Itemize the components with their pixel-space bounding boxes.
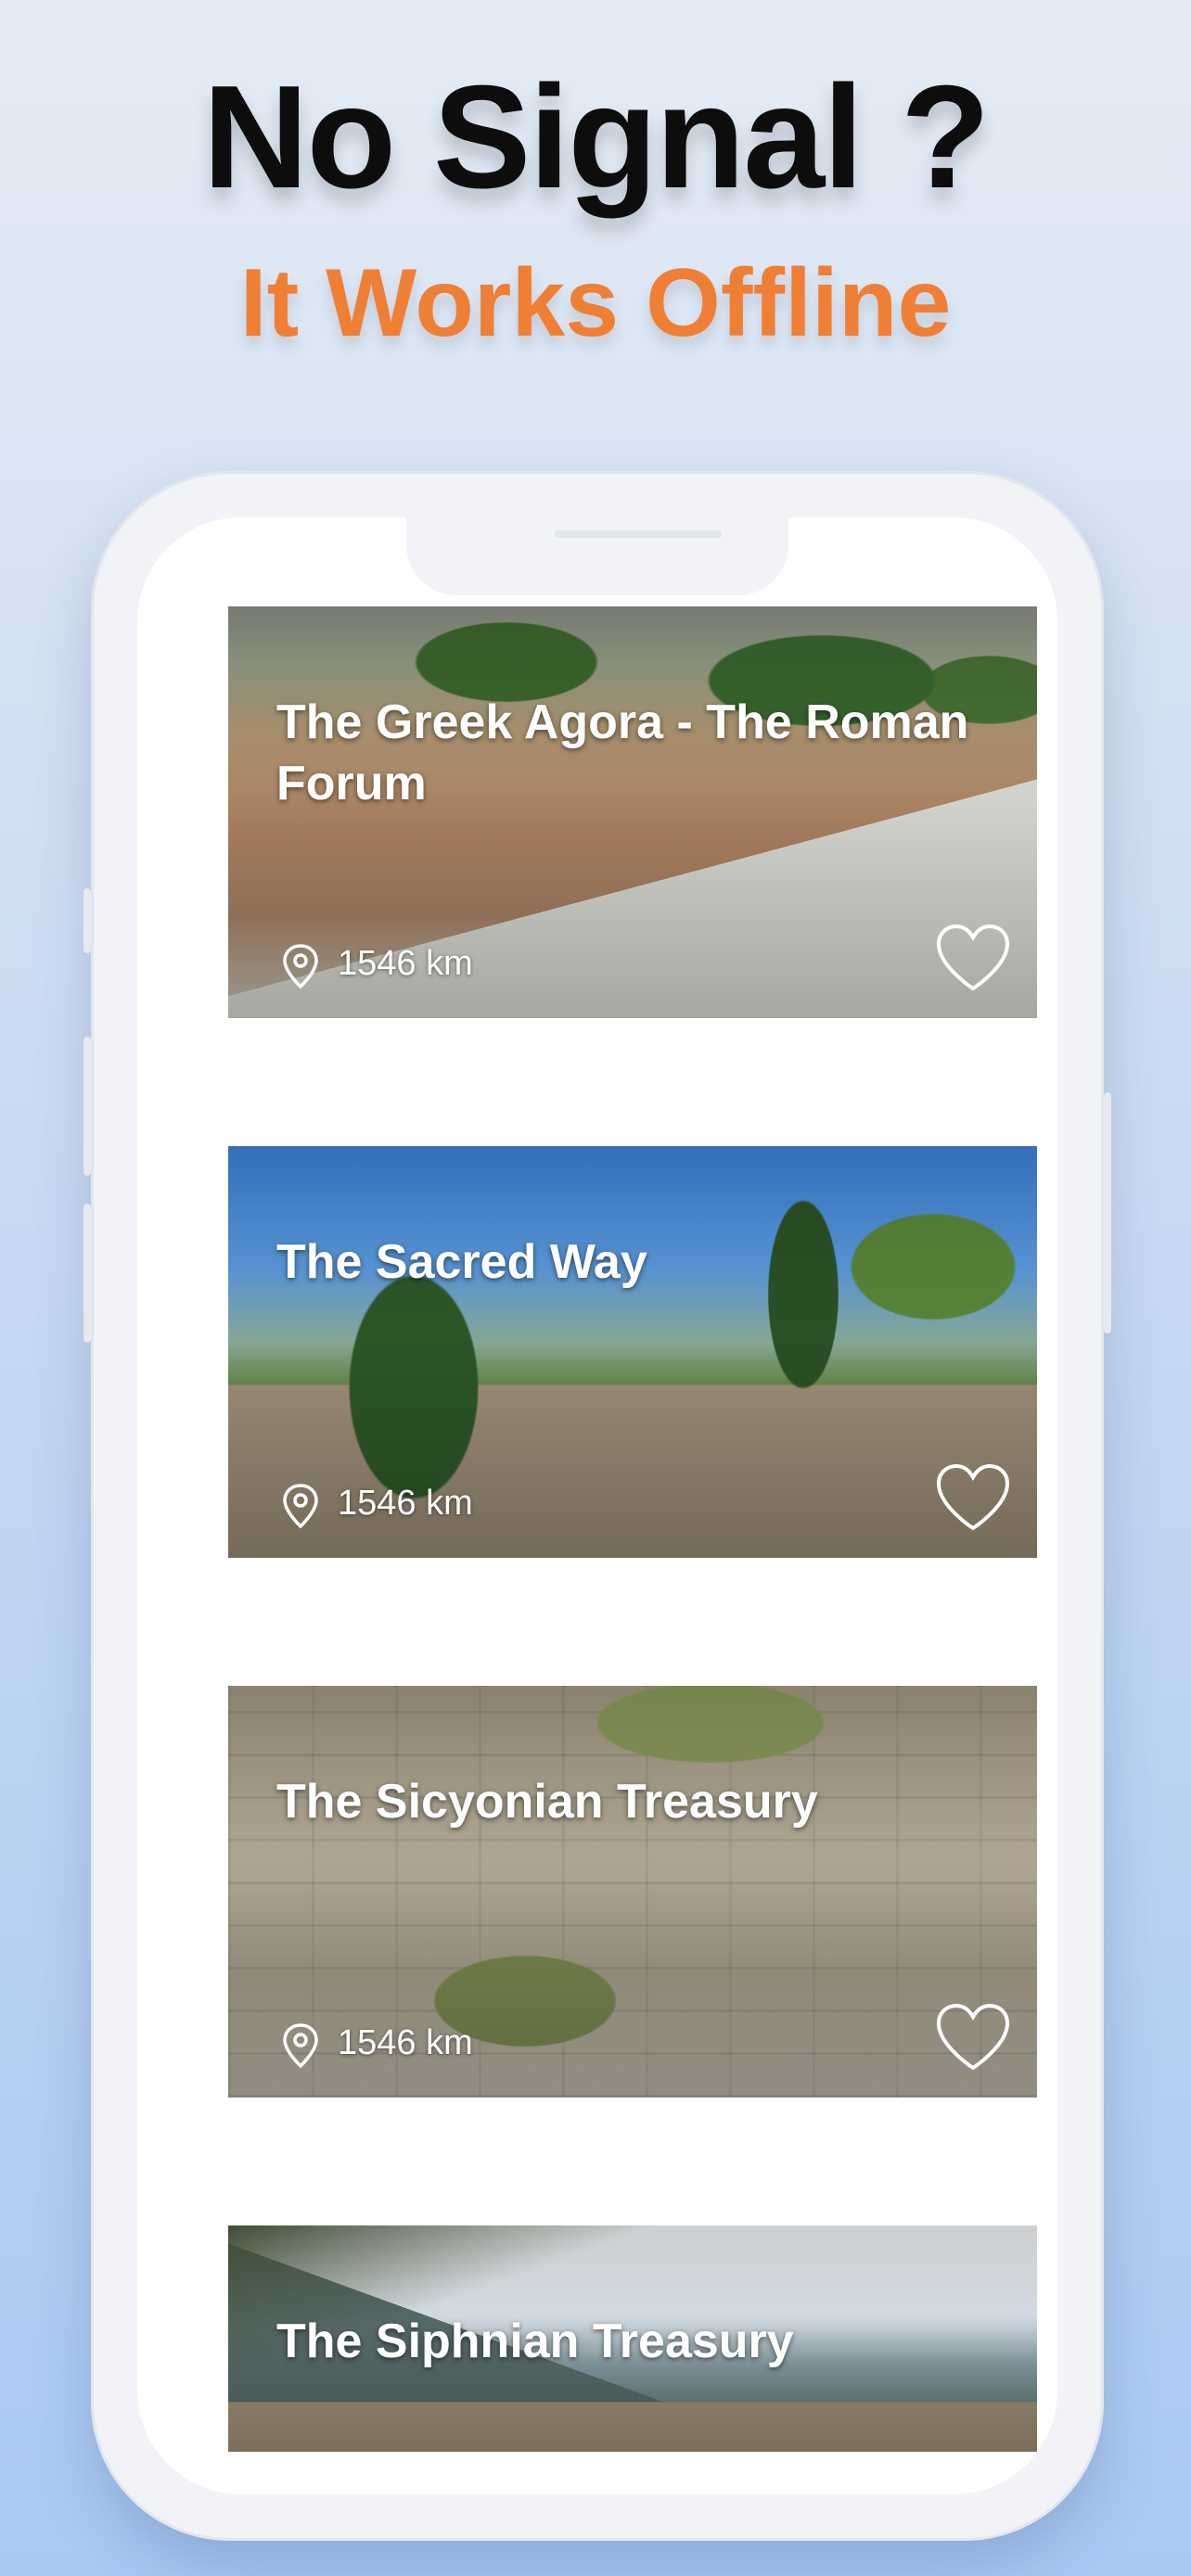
volume-up-button <box>83 1037 91 1176</box>
place-card[interactable]: The Sicyonian Treasury 1546 km <box>228 1686 1037 2098</box>
subheadline: It Works Offline <box>239 249 952 357</box>
place-title: The Greek Agora - The Roman Forum <box>276 695 969 810</box>
place-card[interactable]: The Sacred Way 1546 km <box>228 1146 1037 1558</box>
heart-outline-icon[interactable] <box>933 922 1013 994</box>
place-distance: 1546 km <box>338 1484 473 1523</box>
phone-frame: The Greek Agora - The Roman Forum 1546 k… <box>83 471 1111 2541</box>
volume-down-button <box>83 1204 91 1343</box>
place-distance: 1546 km <box>338 2023 473 2062</box>
place-card[interactable]: The Greek Agora - The Roman Forum 1546 k… <box>228 606 1037 1018</box>
heart-outline-icon[interactable] <box>933 1461 1013 1534</box>
place-card[interactable]: The Siphnian Treasury <box>228 2225 1037 2452</box>
location-pin-icon <box>283 2023 318 2069</box>
place-title: The Sicyonian Treasury <box>276 1775 818 1829</box>
place-title: The Sacred Way <box>276 1235 647 1289</box>
heart-outline-icon[interactable] <box>933 2001 1013 2073</box>
place-distance: 1546 km <box>338 944 473 983</box>
phone-notch <box>406 517 788 595</box>
silent-switch <box>83 888 91 953</box>
location-pin-icon <box>283 944 318 989</box>
headline: No Signal ? <box>202 56 991 219</box>
power-button <box>1104 1092 1111 1333</box>
speaker-grille <box>555 530 722 538</box>
location-pin-icon <box>283 1484 318 1529</box>
app-screen: The Greek Agora - The Roman Forum 1546 k… <box>137 517 1057 2494</box>
place-title: The Siphnian Treasury <box>276 2315 794 2368</box>
